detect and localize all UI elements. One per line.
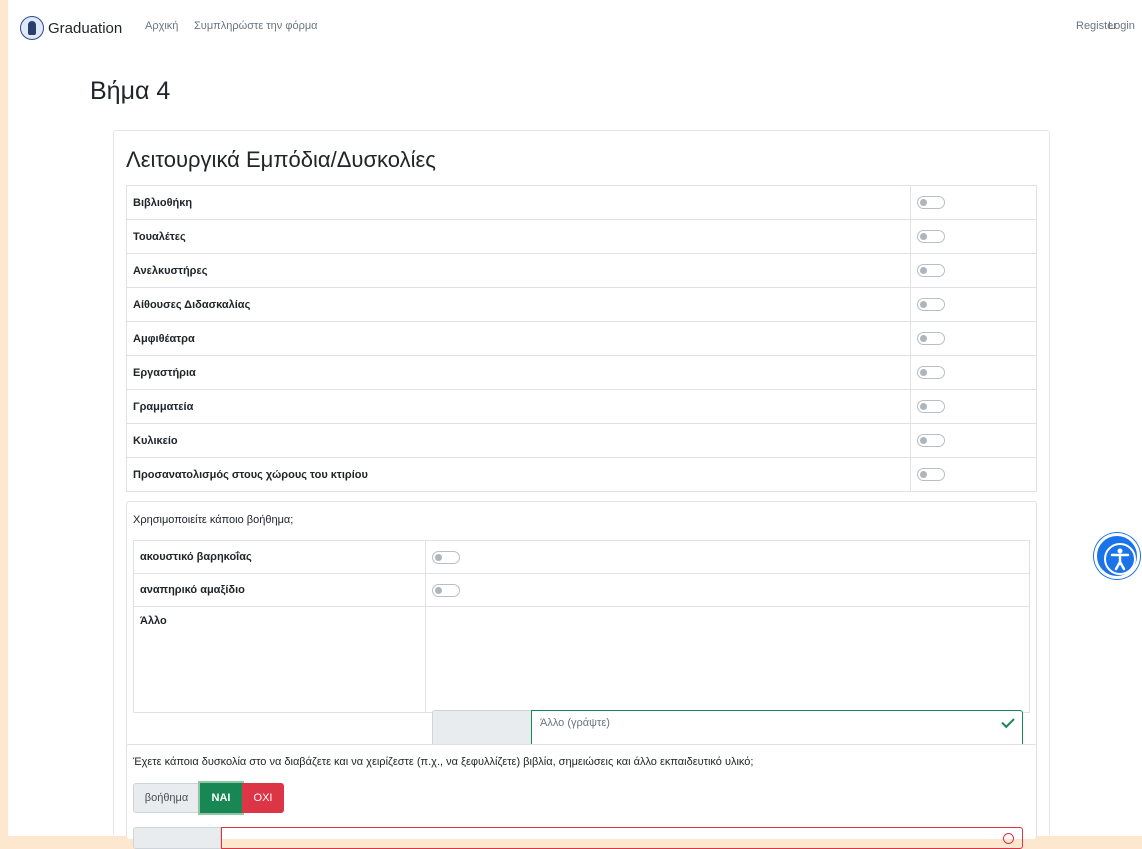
check-icon bbox=[1001, 714, 1015, 729]
yes-button[interactable]: ΝΑΙ bbox=[200, 783, 242, 813]
other-aid-placeholder: Άλλο (γράψτε) bbox=[540, 717, 610, 729]
barrier-toggle-cell bbox=[910, 423, 1037, 458]
table-row: αναπηρικό αμαξίδιο bbox=[133, 573, 1030, 607]
table-row: Ανελκυστήρες bbox=[126, 253, 1037, 288]
aids-table: ακουστικό βαρηκοΐας αναπηρικό αμαξίδιο Ά… bbox=[133, 540, 1030, 713]
barrier-label: Κυλικείο bbox=[126, 423, 911, 458]
hearing-aid-toggle[interactable] bbox=[432, 550, 460, 564]
barrier-toggle-cell bbox=[910, 355, 1037, 390]
barrier-toggle-cell bbox=[910, 457, 1037, 492]
amphitheaters-toggle[interactable] bbox=[917, 332, 945, 345]
table-row: Βιβλιοθήκη bbox=[126, 185, 1037, 220]
nav-link-home[interactable]: Αρχική bbox=[145, 20, 178, 32]
barriers-table: Βιβλιοθήκη Τουαλέτες Ανελκυστήρες Αίθουσ… bbox=[126, 185, 1037, 492]
barrier-label: Ανελκυστήρες bbox=[126, 253, 911, 288]
canteen-toggle[interactable] bbox=[917, 434, 945, 447]
barrier-label: Γραμματεία bbox=[126, 389, 911, 424]
labs-toggle[interactable] bbox=[917, 366, 945, 379]
page: Graduation Αρχική Συμπληρώστε την φόρμα … bbox=[8, 0, 1142, 849]
barrier-label: Αίθουσες Διδασκαλίας bbox=[126, 287, 911, 322]
secretariat-toggle[interactable] bbox=[917, 400, 945, 413]
barrier-toggle-cell bbox=[910, 253, 1037, 288]
other-aid-cell bbox=[425, 606, 1030, 713]
barrier-toggle-cell bbox=[910, 389, 1037, 424]
reading-choice-group: βοήθημα ΝΑΙ ΟΧΙ bbox=[133, 783, 284, 813]
wheelchair-toggle[interactable] bbox=[432, 583, 460, 597]
aids-card: Χρησιμοποιείτε κάποιο βοήθημα; ακουστικό… bbox=[126, 501, 1037, 792]
accessibility-button[interactable] bbox=[1094, 533, 1140, 579]
no-button[interactable]: ΟΧΙ bbox=[242, 783, 284, 813]
classrooms-toggle[interactable] bbox=[917, 298, 945, 311]
nav-link-login[interactable]: Login bbox=[1108, 20, 1135, 32]
barrier-toggle-cell bbox=[910, 287, 1037, 322]
section-title: Λειτουργικά Εμπόδια/Δυσκολίες bbox=[126, 147, 436, 172]
table-row: Αμφιθέατρα bbox=[126, 321, 1037, 356]
elevators-toggle[interactable] bbox=[917, 264, 945, 277]
table-row: Άλλο bbox=[133, 606, 1030, 713]
table-row: Εργαστήρια bbox=[126, 355, 1037, 390]
reading-details-addon bbox=[133, 827, 221, 849]
barrier-label: Αμφιθέατρα bbox=[126, 321, 911, 356]
barrier-label: Τουαλέτες bbox=[126, 219, 911, 254]
toilets-toggle[interactable] bbox=[917, 230, 945, 243]
barrier-label: Εργαστήρια bbox=[126, 355, 911, 390]
table-row: Κυλικείο bbox=[126, 423, 1037, 458]
aids-question: Χρησιμοποιείτε κάποιο βοήθημα; bbox=[133, 514, 294, 526]
brand[interactable]: Graduation bbox=[20, 16, 122, 40]
barrier-label: Προσανατολισμός στους χώρους του κτιρίου bbox=[126, 457, 911, 492]
error-icon bbox=[1003, 833, 1014, 844]
library-toggle[interactable] bbox=[917, 196, 945, 209]
reading-details-field bbox=[133, 827, 1023, 849]
table-row: Γραμματεία bbox=[126, 389, 1037, 424]
orientation-toggle[interactable] bbox=[917, 468, 945, 481]
aid-choice-label: βοήθημα bbox=[133, 783, 200, 813]
aid-toggle-cell bbox=[425, 573, 1030, 607]
page-title: Βήμα 4 bbox=[90, 77, 171, 105]
barrier-toggle-cell bbox=[910, 185, 1037, 220]
table-row: Αίθουσες Διδασκαλίας bbox=[126, 287, 1037, 322]
barrier-toggle-cell bbox=[910, 219, 1037, 254]
navbar: Graduation Αρχική Συμπληρώστε την φόρμα … bbox=[8, 0, 1142, 52]
table-row: Προσανατολισμός στους χώρους του κτιρίου bbox=[126, 457, 1037, 492]
reading-card: Έχετε κάποια δυσκολία στο να διαβάζετε κ… bbox=[126, 744, 1037, 849]
reading-details-input[interactable] bbox=[221, 827, 1023, 849]
barriers-card: Λειτουργικά Εμπόδια/Δυσκολίες Βιβλιοθήκη… bbox=[113, 130, 1050, 849]
barrier-label: Βιβλιοθήκη bbox=[126, 185, 911, 220]
table-row: ακουστικό βαρηκοΐας bbox=[133, 540, 1030, 574]
barrier-toggle-cell bbox=[910, 321, 1037, 356]
accessibility-icon bbox=[1104, 543, 1136, 575]
aid-label: αναπηρικό αμαξίδιο bbox=[133, 573, 426, 607]
other-aid-label: Άλλο bbox=[133, 606, 426, 713]
reading-question: Έχετε κάποια δυσκολία στο να διαβάζετε κ… bbox=[133, 756, 754, 768]
aid-toggle-cell bbox=[425, 540, 1030, 574]
table-row: Τουαλέτες bbox=[126, 219, 1037, 254]
nav-link-fill-form[interactable]: Συμπληρώστε την φόρμα bbox=[194, 20, 318, 32]
graduation-logo-icon bbox=[20, 16, 44, 40]
aid-label: ακουστικό βαρηκοΐας bbox=[133, 540, 426, 574]
brand-name: Graduation bbox=[48, 19, 123, 37]
